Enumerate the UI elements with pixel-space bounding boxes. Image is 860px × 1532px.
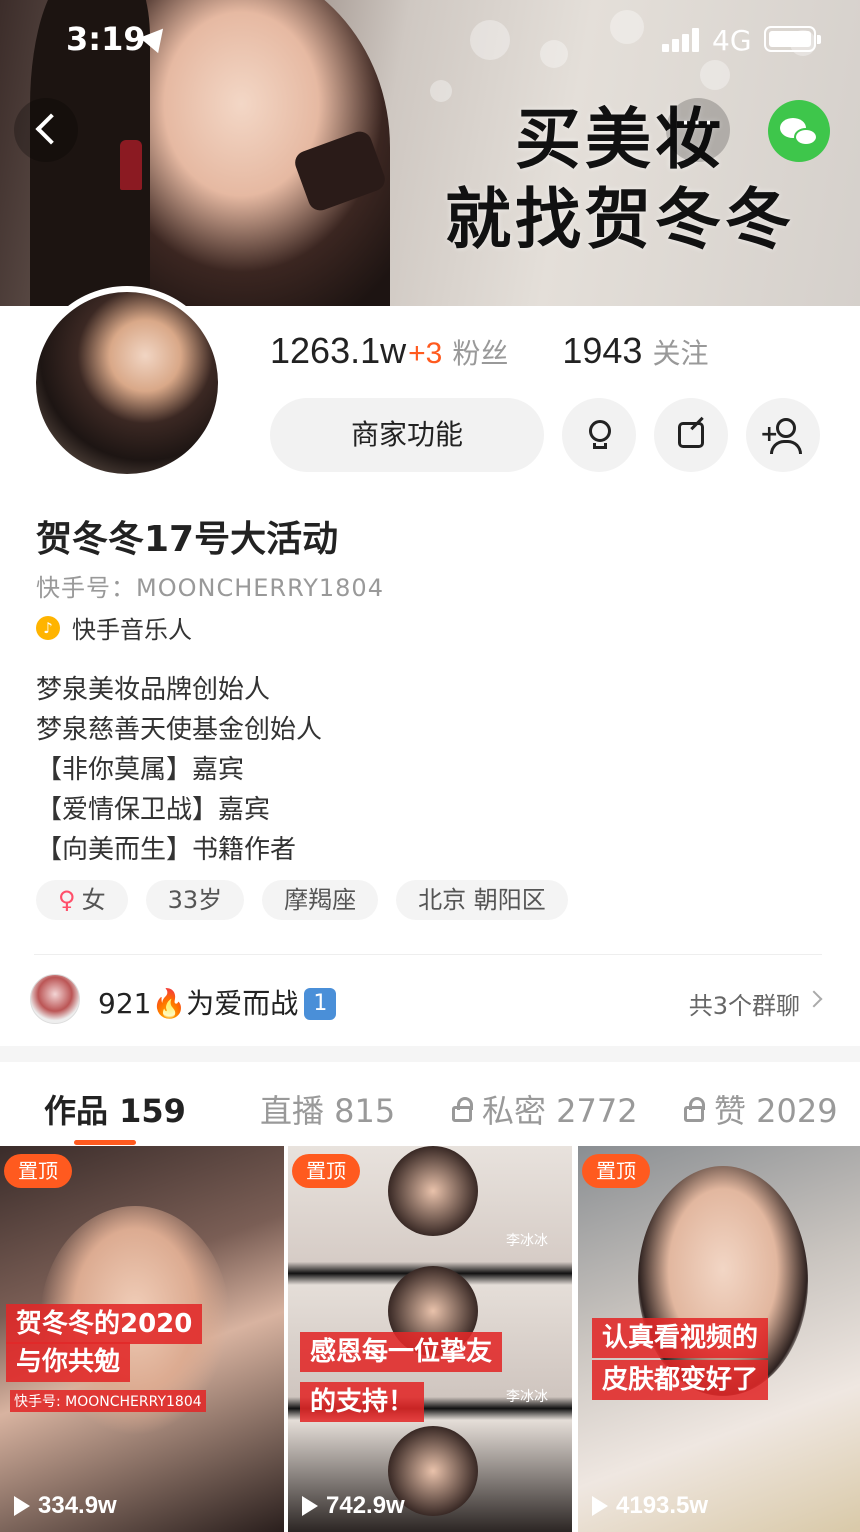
group-count: 共3个群聊: [688, 992, 800, 1020]
video-watermark: 李冰冰: [506, 1389, 548, 1405]
view-count: 742.9w: [302, 1492, 405, 1520]
add-friend-button[interactable]: +: [746, 398, 820, 472]
location-tag: 北京 朝阳区: [396, 880, 568, 920]
battery-icon: [764, 26, 821, 52]
following-label[interactable]: 关注: [652, 332, 708, 372]
status-time: 3:19: [66, 20, 146, 58]
tab-likes[interactable]: 赞 2029: [684, 1086, 838, 1132]
play-icon: [592, 1496, 608, 1516]
group-name: 921🔥为爱而战 1: [98, 982, 337, 1022]
profile-tags: ♀ 女 33岁 摩羯座 北京 朝阳区: [36, 880, 586, 920]
banner-line-1: 买美妆: [515, 101, 725, 178]
music-creator-label: 快手音乐人: [72, 616, 192, 644]
zodiac-tag: 摩羯座: [262, 880, 379, 920]
followers-count[interactable]: 1263.1w: [270, 330, 406, 372]
bio-line: 【向美而生】书籍作者: [36, 835, 297, 865]
view-count-text: 742.9w: [326, 1492, 405, 1519]
lock-icon: [452, 1097, 473, 1122]
chevron-right-icon: [805, 990, 823, 1008]
back-button[interactable]: [14, 98, 78, 162]
tab-live[interactable]: 直播 815: [260, 1086, 395, 1132]
play-icon: [302, 1496, 318, 1516]
tab-likes-label: 赞 2029: [714, 1092, 838, 1130]
pinned-badge: 置顶: [582, 1154, 650, 1188]
tab-works[interactable]: 作品 159: [44, 1086, 186, 1132]
wechat-share-button[interactable]: [768, 100, 830, 162]
kuaishou-id[interactable]: 快手号：MOONCHERRY1804: [36, 568, 384, 603]
lock-icon: [684, 1097, 705, 1122]
video-thumbnail[interactable]: 置顶 李冰冰 感恩每一位挚友 的支持！ 李冰冰 742.9w: [288, 1146, 572, 1532]
group-number-badge: 1: [304, 988, 337, 1020]
video-caption: 贺冬冬的2020: [6, 1304, 203, 1344]
banner-slogan: 买美妆 就找贺冬冬: [410, 100, 830, 260]
female-icon: ♀: [58, 886, 76, 914]
video-watermark: 李冰冰: [506, 1233, 548, 1249]
video-caption: 的支持！: [300, 1382, 425, 1422]
group-chat-row[interactable]: 921🔥为爱而战 1 共3个群聊: [30, 974, 830, 1028]
network-type: 4G: [712, 24, 752, 57]
age-tag: 33岁: [145, 880, 245, 920]
cellular-signal-icon: [662, 28, 702, 52]
bio-line: 【非你莫属】嘉宾: [36, 755, 245, 785]
video-watermark: 快手号: MOONCHERRY1804: [10, 1390, 206, 1412]
profile-bio: 梦泉美妆品牌创始人 梦泉慈善天使基金创始人 【非你莫属】嘉宾 【爱情保卫战】嘉宾…: [36, 670, 322, 870]
video-caption: 感恩每一位挚友: [300, 1332, 503, 1372]
bio-line: 梦泉慈善天使基金创始人: [36, 715, 323, 745]
view-count: 334.9w: [14, 1492, 117, 1520]
music-creator-badge[interactable]: ♪ 快手音乐人: [36, 610, 192, 645]
content-tabs: 作品 159 直播 815 私密 2772 赞 2029: [0, 1062, 860, 1146]
banner-line-2: 就找贺冬冬: [445, 181, 795, 258]
gender-tag: ♀ 女: [36, 880, 128, 920]
view-count-text: 334.9w: [38, 1492, 117, 1519]
profile-avatar[interactable]: [30, 286, 224, 480]
more-options-button[interactable]: ···: [666, 98, 730, 162]
edit-profile-button[interactable]: [654, 398, 728, 472]
music-note-icon: ♪: [36, 615, 60, 640]
profile-stats: 1263.1w +3 粉丝 1943 关注: [270, 330, 708, 372]
divider: [34, 954, 822, 955]
tab-private[interactable]: 私密 2772: [452, 1086, 638, 1132]
video-caption: 与你共勉: [6, 1342, 131, 1382]
bio-line: 梦泉美妆品牌创始人: [36, 675, 271, 705]
followers-label[interactable]: 粉丝: [452, 332, 508, 372]
profile-name: 贺冬冬17号大活动: [36, 519, 339, 560]
followers-delta: +3: [408, 337, 443, 370]
video-grid: 置顶 贺冬冬的2020 与你共勉 快手号: MOONCHERRY1804 334…: [0, 1146, 860, 1532]
merchant-functions-button[interactable]: 商家功能: [270, 398, 544, 472]
play-icon: [14, 1496, 30, 1516]
video-caption: 认真看视频的: [592, 1318, 769, 1358]
view-count-text: 4193.5w: [616, 1492, 709, 1519]
pinned-badge: 置顶: [292, 1154, 360, 1188]
video-thumbnail[interactable]: 置顶 贺冬冬的2020 与你共勉 快手号: MOONCHERRY1804 334…: [0, 1146, 284, 1532]
inspiration-button[interactable]: [562, 398, 636, 472]
following-count[interactable]: 1943: [562, 330, 642, 372]
pinned-badge: 置顶: [4, 1154, 72, 1188]
video-thumbnail[interactable]: 置顶 认真看视频的 皮肤都变好了 4193.5w: [578, 1146, 860, 1532]
group-avatar: [30, 974, 80, 1024]
tab-private-label: 私密 2772: [482, 1092, 638, 1130]
lightbulb-icon: [589, 420, 611, 442]
status-bar: 3:19 4G: [0, 0, 860, 80]
lipstick-image: [120, 140, 142, 190]
view-count: 4193.5w: [592, 1492, 708, 1520]
gender-label: 女: [81, 886, 106, 914]
active-tab-indicator: [74, 1140, 136, 1145]
video-caption: 皮肤都变好了: [592, 1360, 769, 1400]
bio-line: 【爱情保卫战】嘉宾: [36, 795, 271, 825]
group-name-text: 921🔥为爱而战: [98, 987, 299, 1020]
section-separator: [0, 1046, 860, 1062]
